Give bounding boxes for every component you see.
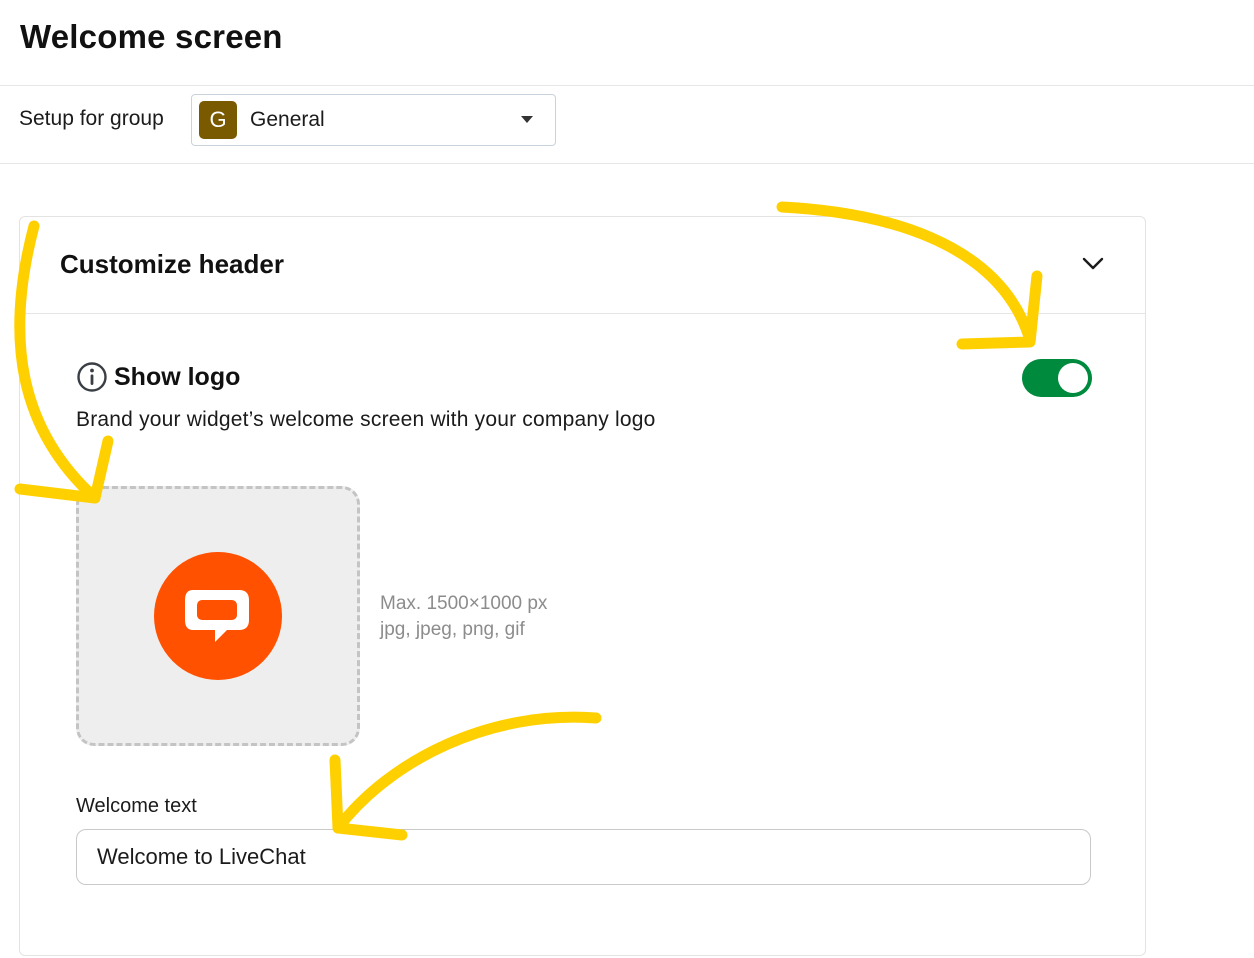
show-logo-title: Show logo [114, 363, 241, 391]
customize-header-toggle[interactable]: Customize header [20, 217, 1145, 314]
toggle-knob [1058, 363, 1088, 393]
card-title: Customize header [60, 249, 284, 279]
show-logo-description: Brand your widget’s welcome screen with … [76, 408, 656, 431]
toolbar-divider [0, 163, 1254, 164]
group-avatar: G [199, 101, 237, 139]
chat-bubble-icon [185, 590, 249, 642]
welcome-text-label: Welcome text [76, 795, 197, 817]
logo-size-hint: Max. 1500×1000 px [380, 593, 548, 614]
group-setup-label: Setup for group [19, 107, 164, 130]
livechat-logo-icon [154, 552, 282, 680]
group-select[interactable]: G General [191, 94, 556, 146]
logo-format-hint: jpg, jpeg, png, gif [380, 619, 525, 640]
page-title: Welcome screen [20, 18, 283, 55]
customize-header-card: Customize header Show logo Brand your wi… [19, 216, 1146, 956]
info-icon[interactable] [76, 361, 108, 393]
logo-upload-area[interactable] [76, 486, 360, 746]
dropdown-caret-icon [521, 116, 533, 123]
group-select-value: General [250, 108, 325, 131]
welcome-text-input[interactable] [76, 829, 1091, 885]
chevron-down-icon [1082, 257, 1104, 270]
header-divider [0, 85, 1254, 86]
show-logo-toggle[interactable] [1022, 359, 1092, 397]
